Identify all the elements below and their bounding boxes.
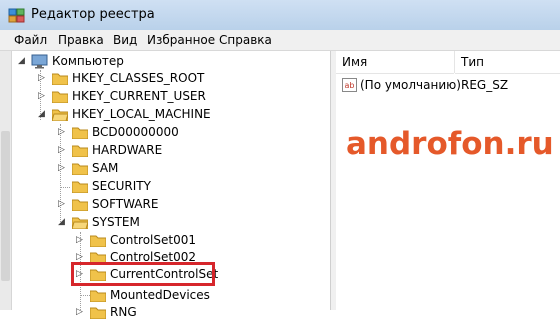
- tree-label: RNG: [110, 305, 137, 319]
- value-type: REG_SZ: [461, 78, 509, 92]
- folder-icon: [72, 163, 88, 175]
- column-header-type[interactable]: Тип: [455, 51, 560, 74]
- menu-view[interactable]: Вид: [113, 33, 137, 47]
- tree-node-hkcr[interactable]: ▷ HKEY_CLASSES_ROOT: [36, 70, 236, 88]
- reg-string-icon: ab: [342, 78, 357, 92]
- menu-help[interactable]: Справка: [219, 33, 272, 47]
- expand-arrow-icon[interactable]: ▷: [38, 73, 48, 83]
- tree-label: HKEY_CURRENT_USER: [72, 89, 206, 103]
- tree-node-software[interactable]: ▷ SOFTWARE: [56, 196, 256, 214]
- tree-scrollbar[interactable]: [0, 51, 12, 310]
- tree-label: BCD00000000: [92, 125, 179, 139]
- tree-label: HARDWARE: [92, 143, 163, 157]
- folder-icon: [90, 235, 106, 247]
- column-header-name[interactable]: Имя: [336, 51, 454, 74]
- folder-icon: [72, 199, 88, 211]
- highlight-box: [71, 262, 215, 286]
- collapse-arrow-icon[interactable]: ◢: [18, 56, 28, 66]
- tree-label: HKEY_CLASSES_ROOT: [72, 71, 205, 85]
- tree-scrollbar-thumb[interactable]: [1, 131, 10, 281]
- tree-node-controlset001[interactable]: ▷ ControlSet001: [76, 232, 276, 250]
- folder-open-icon: [52, 109, 68, 121]
- menu-favorites[interactable]: Избранное: [147, 33, 215, 47]
- tree-label: SOFTWARE: [92, 197, 159, 211]
- expand-arrow-icon[interactable]: ▷: [58, 145, 68, 155]
- values-pane[interactable]: Имя Тип ab (По умолчанию) REG_SZ: [336, 51, 560, 310]
- menu-edit[interactable]: Правка: [58, 33, 104, 47]
- expand-arrow-icon[interactable]: ▷: [76, 252, 86, 262]
- menu-file[interactable]: Файл: [14, 33, 47, 47]
- tree-label: Компьютер: [52, 54, 124, 68]
- collapse-arrow-icon[interactable]: ◢: [58, 217, 68, 227]
- folder-icon: [72, 127, 88, 139]
- tree-node-hkcu[interactable]: ▷ HKEY_CURRENT_USER: [36, 88, 236, 106]
- tree-node-sam[interactable]: ▷ SAM: [56, 160, 256, 178]
- registry-editor-icon: [8, 8, 25, 23]
- tree-node-mounteddevices[interactable]: MountedDevices: [76, 287, 276, 305]
- tree-node-security[interactable]: SECURITY: [56, 178, 256, 196]
- tree-label: HKEY_LOCAL_MACHINE: [72, 107, 211, 121]
- expand-arrow-icon[interactable]: ▷: [58, 163, 68, 173]
- computer-icon: [31, 54, 48, 69]
- title-bar: Редактор реестра: [0, 0, 560, 30]
- expand-arrow-icon[interactable]: ▷: [76, 307, 86, 317]
- tree-node-computer[interactable]: ◢ Компьютер: [16, 53, 136, 71]
- tree-label: ControlSet001: [110, 233, 196, 247]
- tree-node-bcd[interactable]: ▷ BCD00000000: [56, 124, 256, 142]
- expand-arrow-icon[interactable]: ▷: [76, 235, 86, 245]
- tree-node-hardware[interactable]: ▷ HARDWARE: [56, 142, 256, 160]
- column-header-label: Имя: [342, 55, 368, 69]
- expand-arrow-icon[interactable]: ▷: [58, 127, 68, 137]
- folder-icon: [72, 181, 88, 193]
- value-row[interactable]: ab (По умолчанию) REG_SZ: [336, 77, 560, 95]
- folder-icon: [90, 307, 106, 319]
- folder-icon: [90, 290, 106, 302]
- menu-bar: Файл Правка Вид Избранное Справка: [0, 30, 560, 51]
- tree-label: SECURITY: [92, 179, 151, 193]
- window-title: Редактор реестра: [31, 7, 155, 22]
- watermark-text: androfon.ru: [346, 126, 554, 162]
- value-name: (По умолчанию): [360, 78, 461, 92]
- folder-open-icon: [72, 217, 88, 229]
- tree-node-system[interactable]: ◢ SYSTEM: [56, 214, 256, 232]
- folder-icon: [52, 73, 68, 85]
- tree-node-hklm[interactable]: ◢ HKEY_LOCAL_MACHINE: [36, 106, 236, 124]
- folder-icon: [52, 91, 68, 103]
- tree-node-rng[interactable]: ▷ RNG: [76, 304, 276, 322]
- folder-icon: [72, 145, 88, 157]
- tree-label: SAM: [92, 161, 119, 175]
- column-header-label: Тип: [461, 55, 484, 69]
- tree-label: MountedDevices: [110, 288, 210, 302]
- expand-arrow-icon[interactable]: ▷: [38, 91, 48, 101]
- tree-label: SYSTEM: [92, 215, 140, 229]
- expand-arrow-icon[interactable]: ▷: [58, 199, 68, 209]
- collapse-arrow-icon[interactable]: ◢: [38, 109, 48, 119]
